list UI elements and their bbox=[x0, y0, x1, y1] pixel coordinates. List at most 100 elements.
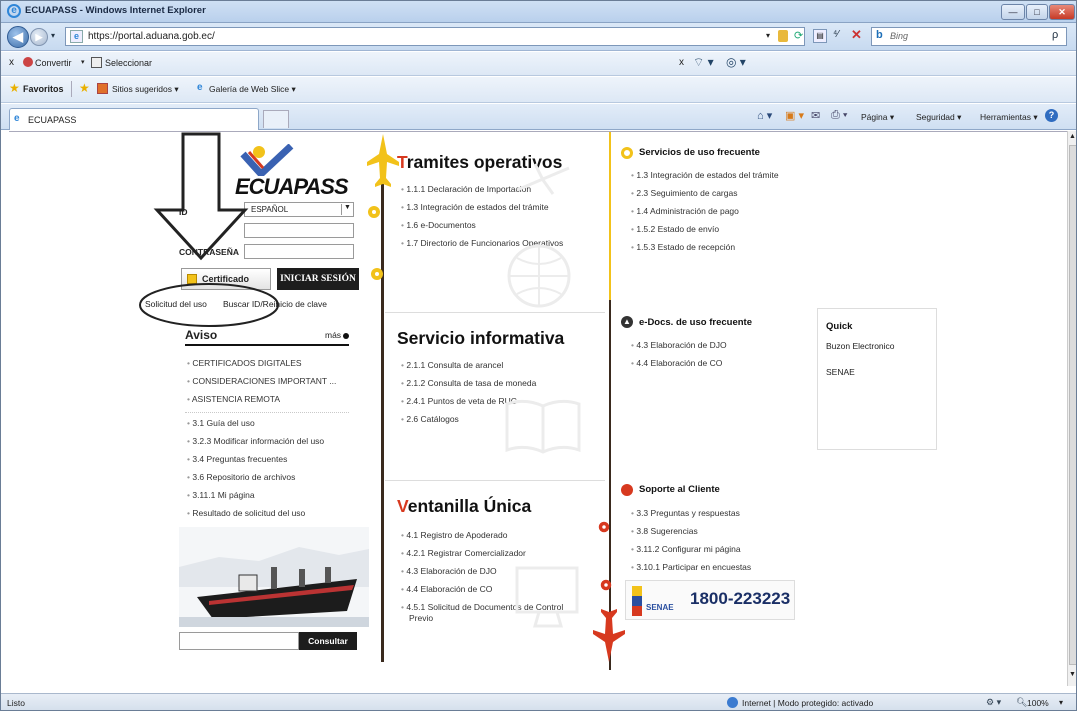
computer-watermark-icon bbox=[515, 566, 579, 628]
security-zone-text[interactable]: Internet | Modo protegido: activado bbox=[742, 698, 873, 708]
galeria-web-slice-link[interactable]: Galería de Web Slice ▾ bbox=[209, 84, 296, 95]
globe-icon bbox=[727, 697, 738, 708]
seguridad-menu[interactable]: Seguridad ▾ bbox=[916, 112, 961, 123]
consultar-button[interactable]: Consultar bbox=[299, 632, 357, 650]
ventanilla-item[interactable]: 4.2.1 Registrar Comercializador bbox=[401, 548, 526, 558]
help-addon-icon[interactable]: ◎ ▾ bbox=[726, 55, 746, 69]
convertir-dropdown-icon[interactable]: ▾ bbox=[81, 58, 85, 66]
recent-pages-icon[interactable]: ▾ bbox=[51, 31, 55, 40]
refresh-icon[interactable]: ⟳ bbox=[794, 29, 803, 42]
aviso-item[interactable]: CONSIDERACIONES IMPORTANT ... bbox=[187, 376, 336, 386]
add-favorite-icon[interactable]: ★ bbox=[79, 81, 90, 95]
servicio-item[interactable]: 2.6 Catálogos bbox=[401, 414, 458, 424]
servicio-item[interactable]: 2.4.1 Puntos de veta de RUC bbox=[401, 396, 517, 406]
vertical-scrollbar[interactable]: ▲ ▼ bbox=[1067, 131, 1076, 686]
aviso-more-link[interactable]: más bbox=[325, 330, 341, 340]
tools-icon[interactable]: ⚙ ▾ bbox=[986, 697, 1001, 708]
home-icon[interactable]: ⌂ ▾ bbox=[757, 109, 772, 122]
id-input[interactable] bbox=[244, 223, 354, 238]
mail-icon[interactable]: ✉ bbox=[811, 109, 820, 122]
zoom-dropdown-icon[interactable]: ▾ bbox=[1059, 698, 1063, 707]
lock-icon[interactable] bbox=[778, 30, 788, 42]
help-icon[interactable]: ? bbox=[1045, 109, 1058, 122]
sitios-sugeridos-link[interactable]: Sitios sugeridos ▾ bbox=[112, 84, 179, 95]
go-icon[interactable]: ⁴⁄ bbox=[833, 29, 839, 40]
scroll-down-icon[interactable]: ▼ bbox=[1069, 671, 1076, 678]
iniciar-sesion-button[interactable]: INICIAR SESIÓN bbox=[277, 268, 359, 290]
servicio-item[interactable]: 2.1.2 Consulta de tasa de moneda bbox=[401, 378, 536, 388]
language-select[interactable]: ESPAÑOL ▼ bbox=[244, 202, 354, 217]
gear-icon bbox=[371, 268, 383, 280]
senae-link[interactable]: SENAE bbox=[826, 367, 855, 377]
tab-ecuapass[interactable]: e ECUAPASS bbox=[9, 108, 259, 130]
pagina-menu[interactable]: Página ▾ bbox=[861, 112, 894, 123]
scroll-up-icon[interactable]: ▲ bbox=[1069, 133, 1076, 140]
phone-banner[interactable]: SENAE 1800-223223 bbox=[625, 580, 795, 620]
servicio-frecuente-item[interactable]: 1.5.2 Estado de envío bbox=[631, 224, 719, 234]
seleccionar-button[interactable]: Seleccionar bbox=[105, 58, 152, 68]
guide-item[interactable]: 3.1 Guía del uso bbox=[187, 418, 254, 428]
signal-icon[interactable]: ⌔ ▾ bbox=[693, 55, 714, 70]
convertir-button[interactable]: Convertir bbox=[35, 58, 72, 68]
guide-item[interactable]: 3.6 Repositorio de archivos bbox=[187, 472, 295, 482]
tramites-item[interactable]: 1.6 e-Documentos bbox=[401, 220, 475, 230]
guide-item[interactable]: 3.4 Preguntas frecuentes bbox=[187, 454, 287, 464]
close-window-button[interactable]: ✕ bbox=[1049, 4, 1075, 20]
feeds-icon[interactable]: ▣ ▾ bbox=[785, 109, 804, 122]
minimize-button[interactable]: — bbox=[1001, 4, 1025, 20]
servicios-frecuentes-title: Servicios de uso frecuente bbox=[639, 147, 760, 158]
aviso-item[interactable]: CERTIFICADOS DIGITALES bbox=[187, 358, 301, 368]
servicio-item[interactable]: 2.1.1 Consulta de arancel bbox=[401, 360, 503, 370]
section-divider bbox=[385, 312, 605, 313]
soporte-item[interactable]: 3.3 Preguntas y respuestas bbox=[631, 508, 739, 518]
guide-item[interactable]: 3.2.3 Modificar información del uso bbox=[187, 436, 324, 446]
toolbar-close-icon[interactable]: x bbox=[9, 57, 14, 68]
plane-up-icon bbox=[367, 134, 399, 187]
soporte-item[interactable]: 3.8 Sugerencias bbox=[631, 526, 697, 536]
status-bar: Listo Internet | Modo protegido: activad… bbox=[1, 693, 1076, 710]
consultar-input[interactable] bbox=[179, 632, 299, 650]
tramites-item[interactable]: 1.3 Integración de estados del trámite bbox=[401, 202, 548, 212]
ventanilla-item[interactable]: 4.4 Elaboración de CO bbox=[401, 584, 492, 594]
tab-ie-icon: e bbox=[14, 113, 20, 124]
dropdown-icon[interactable]: ▾ bbox=[766, 31, 770, 40]
edocs-item[interactable]: 4.4 Elaboración de CO bbox=[631, 358, 722, 368]
search-input[interactable]: b Bing bbox=[871, 27, 1067, 46]
servicio-frecuente-item[interactable]: 2.3 Seguimiento de cargas bbox=[631, 188, 737, 198]
compat-view-icon[interactable]: ▤ bbox=[813, 29, 827, 43]
favorites-bar: ★ Favoritos ★ Sitios sugeridos ▾ e Galer… bbox=[1, 77, 1076, 103]
servicio-frecuente-item[interactable]: 1.3 Integración de estados del trámite bbox=[631, 170, 778, 180]
section-divider bbox=[385, 480, 605, 481]
guide-item[interactable]: Resultado de solicitud del uso bbox=[187, 508, 305, 518]
scroll-thumb[interactable] bbox=[1069, 145, 1076, 665]
herramientas-menu[interactable]: Herramientas ▾ bbox=[980, 112, 1038, 123]
edocs-item[interactable]: 4.3 Elaboración de DJO bbox=[631, 340, 726, 350]
more-dot-icon bbox=[343, 333, 349, 339]
servicio-frecuente-item[interactable]: 1.4 Administración de pago bbox=[631, 206, 739, 216]
zoom-level[interactable]: 100% bbox=[1027, 698, 1049, 708]
new-tab-button[interactable] bbox=[263, 110, 289, 128]
address-bar[interactable]: e https://portal.aduana.gob.ec/ ▾ ⟳ bbox=[65, 27, 805, 46]
favoritos-button[interactable]: Favoritos bbox=[23, 84, 64, 94]
soporte-item[interactable]: 3.10.1 Participar en encuestas bbox=[631, 562, 751, 572]
tramites-item[interactable]: 1.1.1 Declaración de Importación bbox=[401, 184, 531, 194]
back-button[interactable]: ◀ bbox=[7, 26, 29, 48]
servicio-frecuente-item[interactable]: 1.5.3 Estado de recepción bbox=[631, 242, 735, 252]
buzon-electronico-link[interactable]: Buzon Electronico bbox=[826, 341, 895, 351]
soporte-item[interactable]: 3.11.2 Configurar mi página bbox=[631, 544, 740, 554]
search-icon[interactable]: ρ bbox=[1052, 29, 1058, 41]
aviso-item[interactable]: ASISTENCIA REMOTA bbox=[187, 394, 280, 404]
language-value: ESPAÑOL bbox=[251, 205, 289, 214]
print-icon[interactable]: ⎙ ▾ bbox=[831, 109, 847, 122]
addon-close-icon[interactable]: x bbox=[679, 57, 684, 68]
ventanilla-item-cont[interactable]: Previo bbox=[409, 613, 433, 623]
forward-button[interactable]: ▶ bbox=[30, 28, 48, 46]
guide-item[interactable]: 3.11.1 Mi página bbox=[187, 490, 254, 500]
password-input[interactable] bbox=[244, 244, 354, 259]
annotation-ellipse-icon bbox=[139, 283, 279, 327]
maximize-button[interactable]: □ bbox=[1026, 4, 1048, 20]
ventanilla-item[interactable]: 4.3 Elaboración de DJO bbox=[401, 566, 496, 576]
ventanilla-item[interactable]: 4.1 Registro de Apoderado bbox=[401, 530, 507, 540]
stop-icon[interactable]: ✕ bbox=[851, 27, 862, 43]
web-slice-icon: e bbox=[197, 82, 203, 93]
